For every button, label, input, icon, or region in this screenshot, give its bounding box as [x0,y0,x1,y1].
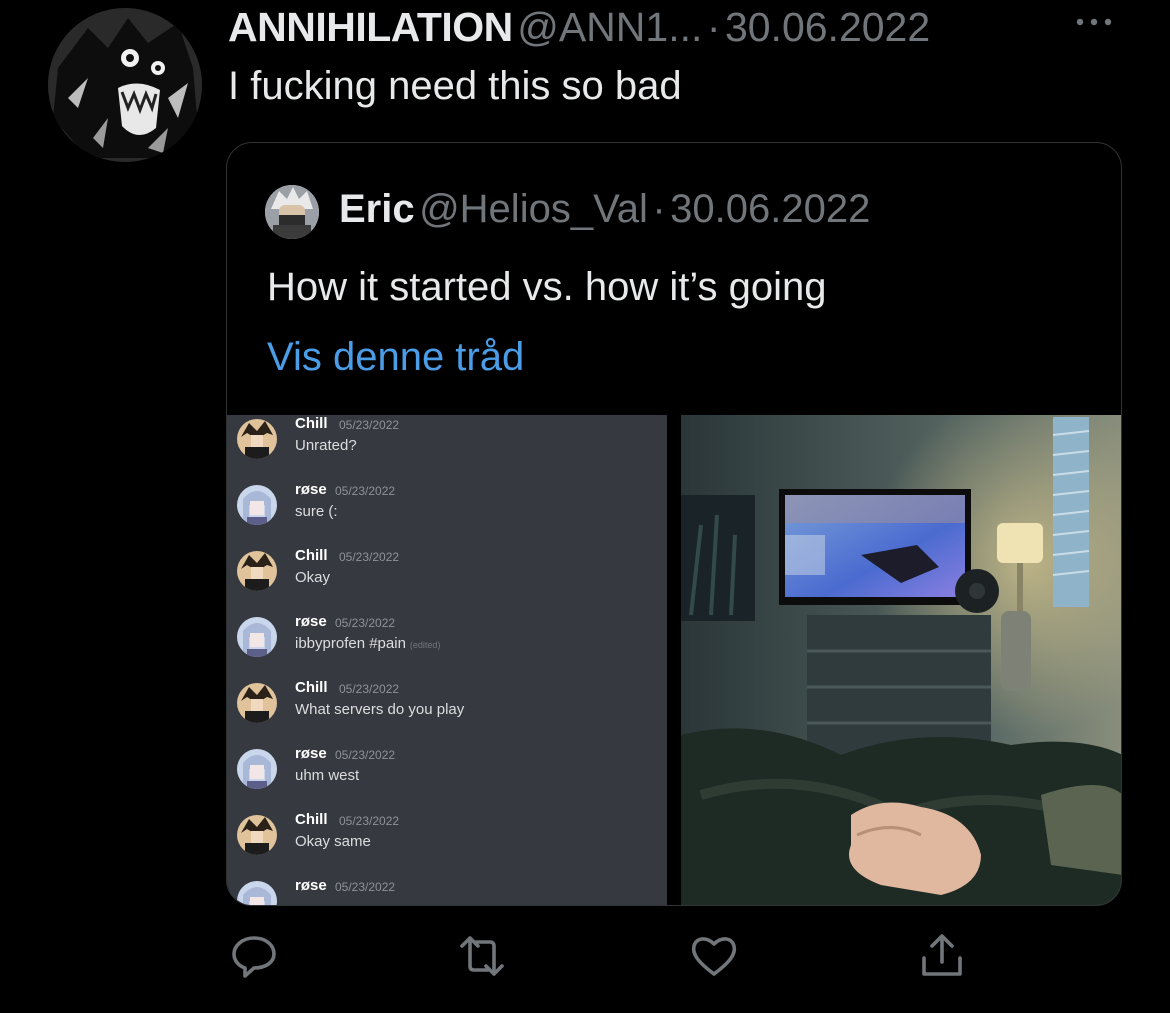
anime-girl-avatar-image [237,881,277,905]
quoted-display-name[interactable]: Eric [339,187,415,231]
chat-message: Chill 05/23/2022 Okay [237,547,657,607]
bedroom-photo[interactable] [681,415,1121,905]
chat-username: røse [295,613,327,630]
retweet-icon[interactable] [456,930,508,982]
rose-avatar [237,749,277,789]
quoted-tweet-date[interactable]: 30.06.2022 [670,187,870,231]
chat-message: røse 05/23/2022 [237,877,657,905]
tweet-action-bar [0,930,1170,986]
reply-icon[interactable] [228,930,280,982]
author-handle[interactable]: @ANN1... [517,4,702,50]
tweet-header: ANNIHILATION @ANN1... · 30.06.2022 [228,4,930,50]
chat-message-content: uhm west [295,767,360,784]
chat-message-text: Unrated? [295,437,357,454]
wolf-avatar-image [48,8,202,162]
quoted-tweet-text: How it started vs. how it’s going [267,265,827,309]
chat-message: røse 05/23/2022 sure (: [237,481,657,541]
chill-avatar [237,551,277,591]
chat-screenshot[interactable]: Chill 05/23/2022 Unrated? røse 05/23/202… [227,415,667,905]
more-options-icon[interactable] [1072,10,1116,34]
chat-message-content: Unrated? [295,437,357,454]
anime-girl-avatar-image [237,617,277,657]
chat-message-content: Okay same [295,833,371,850]
chill-avatar [237,683,277,723]
chat-message-content: Okay [295,569,331,586]
tweet-text: I fucking need this so bad [228,64,682,108]
chat-username: røse [295,877,327,894]
chat-message-content: sure (: [295,503,338,520]
anime-boy-avatar-image [237,551,277,591]
author-display-name[interactable]: ANNIHILATION [228,4,513,50]
quoted-tweet-card[interactable]: Eric @Helios_Val · 30.06.2022 How it sta… [226,142,1122,906]
bedroom-gaming-setup-image [681,415,1121,905]
rose-avatar [237,881,277,905]
like-icon[interactable] [688,930,740,982]
anime-girl-avatar-image [237,485,277,525]
tweet-date[interactable]: 30.06.2022 [725,4,930,50]
rose-avatar [237,485,277,525]
chat-message: Chill 05/23/2022 What servers do you pla… [237,679,657,739]
quoted-header-separator: · [652,187,666,231]
chill-avatar [237,419,277,459]
chat-message: røse 05/23/2022 ibbyprofen #pain (edited) [237,613,657,673]
chat-message-text: sure (: [295,503,338,520]
chat-timestamp: 05/23/2022 [335,880,396,894]
chat-message: Chill 05/23/2022 Okay same [237,811,657,871]
quoted-handle[interactable]: @Helios_Val [419,187,648,231]
quoted-tweet-media[interactable]: Chill 05/23/2022 Unrated? røse 05/23/202… [227,415,1121,905]
chat-message-content: ibbyprofen #pain [295,635,406,652]
chat-username: røse [295,481,327,498]
chat-username: Chill [295,811,328,828]
chat-message-text: Okay same [295,833,371,850]
chat-username: Chill [295,547,328,564]
chat-timestamp: 05/23/2022 [339,418,400,432]
anime-boy-avatar-image [237,815,277,855]
chat-username: Chill [295,415,328,432]
quoted-tweet-header: Eric @Helios_Val · 30.06.2022 [339,187,870,232]
chat-message-text: What servers do you play [295,701,464,718]
masked-character-avatar-image [265,185,319,239]
chat-timestamp: 05/23/2022 [335,616,396,630]
chat-timestamp: 05/23/2022 [335,484,396,498]
chat-timestamp: 05/23/2022 [339,682,400,696]
show-thread-link[interactable]: Vis denne tråd [267,335,524,380]
chill-avatar [237,815,277,855]
media-divider [667,415,681,905]
anime-girl-avatar-image [237,749,277,789]
edited-marker: (edited) [409,640,441,650]
chat-username: Chill [295,679,328,696]
chat-timestamp: 05/23/2022 [339,550,400,564]
chat-message: røse 05/23/2022 uhm west [237,745,657,805]
chat-message-content: What servers do you play [295,701,465,718]
chat-timestamp: 05/23/2022 [339,814,400,828]
chat-message-text: Okay [295,569,330,586]
chat-message-text: ibbyprofen #pain (edited) [295,635,440,652]
chat-username: røse [295,745,327,762]
anime-boy-avatar-image [237,419,277,459]
chat-timestamp: 05/23/2022 [335,748,396,762]
author-avatar[interactable] [48,8,202,162]
share-icon[interactable] [916,930,968,982]
rose-avatar [237,617,277,657]
header-separator: · [706,4,721,50]
quoted-author-avatar[interactable] [265,185,319,239]
anime-boy-avatar-image [237,683,277,723]
chat-message-text: uhm west [295,767,359,784]
chat-message: Chill 05/23/2022 Unrated? [237,415,657,475]
